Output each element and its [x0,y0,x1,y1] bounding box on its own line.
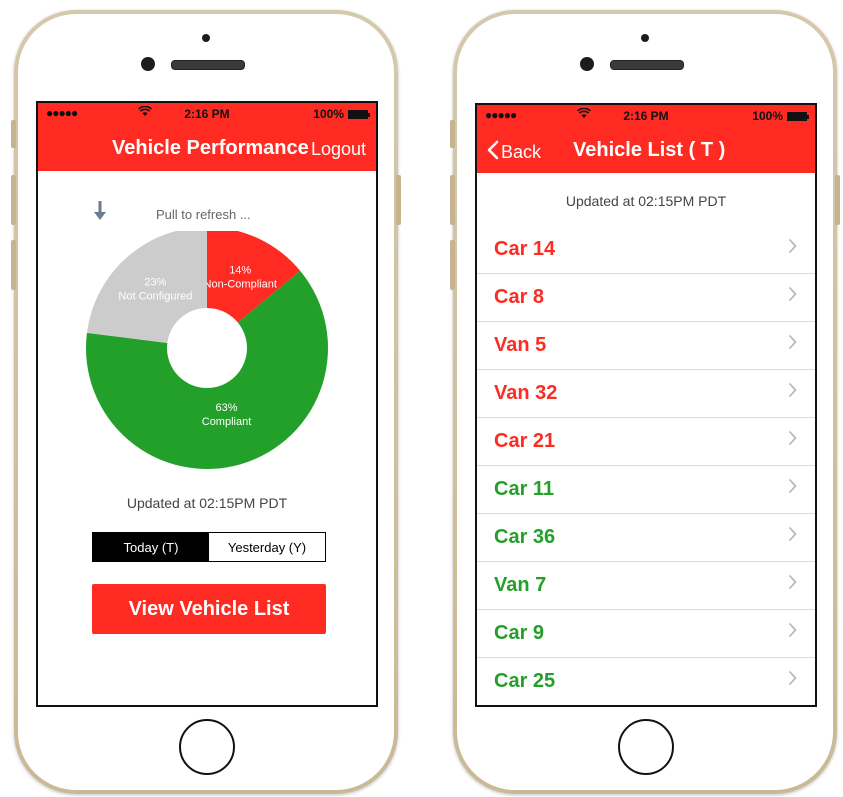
view-vehicle-list-button[interactable]: View Vehicle List [92,584,326,634]
volume-down-button [450,240,455,290]
battery-percent: 100% [313,107,344,121]
day-segmented-control[interactable]: Today (T) Yesterday (Y) [92,532,326,562]
vehicle-name: Car 8 [494,286,545,308]
vehicle-row[interactable]: Car 36 [477,514,815,562]
volume-up-button [450,175,455,225]
front-camera [141,57,155,71]
vehicle-row[interactable]: Van 32 [477,370,815,418]
chevron-right-icon [788,334,797,355]
vehicle-row[interactable]: Car 9 [477,610,815,658]
chevron-right-icon [788,574,797,595]
home-button[interactable] [618,719,674,775]
vehicle-row[interactable]: Car 14 [477,226,815,274]
slice-percent-label: 63% [216,402,238,414]
status-bar: ●●●●● 2:16 PM 100% [38,103,376,125]
vehicle-row[interactable]: Car 21 [477,418,815,466]
vehicle-name: Car 14 [494,238,556,260]
arrow-down-icon [94,201,106,227]
updated-timestamp: Updated at 02:15PM PDT [565,193,727,209]
proximity-sensor [202,34,210,42]
status-bar: ●●●●● 2:16 PM 100% [477,105,815,127]
vehicle-name: Van 5 [494,334,547,356]
chevron-right-icon [788,670,797,691]
slice-category-label: Not Configured [118,290,192,302]
chevron-left-icon [487,140,499,165]
back-label: Back [501,142,542,162]
logout-button[interactable]: Logout [311,139,366,160]
vehicle-row[interactable]: Car 11 [477,466,815,514]
battery-percent: 100% [752,109,783,123]
pull-to-refresh-label: Pull to refresh ... [156,207,251,222]
vehicle-name: Car 36 [494,526,556,548]
slice-category-label: Compliant [202,416,252,428]
chevron-right-icon [788,430,797,451]
front-camera [580,57,594,71]
mute-switch [11,120,16,148]
chevron-right-icon [788,526,797,547]
back-button[interactable]: Back [487,140,541,165]
right-phone: ●●●●● 2:16 PM 100% Back Vehicle List (T… [450,10,840,794]
chevron-right-icon [788,382,797,403]
slice-category-label: Non-Compliant [204,278,277,290]
segment-today[interactable]: Today (T) [93,533,209,561]
volume-up-button [11,175,16,225]
phone-face: ●●●●● 2:16 PM 100% Back Vehicle List (T… [457,14,833,790]
battery-icon [787,111,809,121]
chevron-right-icon [788,238,797,259]
nav-bar: Vehicle Performance Logout [38,125,376,171]
vehicle-name: Car 25 [494,670,556,692]
mute-switch [450,120,455,148]
nav-bar: Back Vehicle List ( T ) [477,127,815,173]
vehicle-name: Van 7 [494,574,547,596]
earpiece-speaker [610,60,684,70]
segment-yesterday[interactable]: Yesterday (Y) [209,533,325,561]
slice-percent-label: 23% [144,276,166,288]
vehicle-list: Car 14 Car 8 Van 5 Van 32 Car 21 Car 11 Car 36… [477,226,815,705]
page-title: Vehicle Performance [112,137,309,159]
vehicle-name: Car 11 [494,478,555,500]
home-button[interactable] [179,719,235,775]
page-title: Vehicle List ( T ) [573,139,726,161]
left-screen: ●●●●● 2:16 PM 100% Vehicle Performance L… [36,101,378,707]
volume-down-button [11,240,16,290]
left-phone: ●●●●● 2:16 PM 100% Vehicle Performance L… [11,10,401,794]
power-button [396,175,401,225]
phone-face: ●●●●● 2:16 PM 100% Vehicle Performance L… [18,14,394,790]
vehicle-name: Car 21 [494,430,556,452]
battery-status: 100% [313,107,370,121]
battery-status: 100% [752,109,809,123]
donut-hole [167,308,247,388]
vehicle-row[interactable]: Van 5 [477,322,815,370]
vehicle-row[interactable]: Van 7 [477,562,815,610]
slice-percent-label: 14% [229,264,251,276]
chevron-right-icon [788,622,797,643]
compliance-donut-chart: 14% Non-Compliant 63% Compliant 23% Not Confi… [85,231,328,469]
right-screen: ●●●●● 2:16 PM 100% Back Vehicle List (T… [475,103,817,707]
power-button [835,175,840,225]
chevron-right-icon [788,286,797,307]
chevron-right-icon [788,478,797,499]
updated-timestamp: Updated at 02:15PM PDT [126,495,288,511]
proximity-sensor [641,34,649,42]
vehicle-row[interactable]: Car 8 [477,274,815,322]
vehicle-name: Car 9 [494,622,545,644]
earpiece-speaker [171,60,245,70]
battery-icon [348,109,370,119]
vehicle-name: Van 32 [494,382,558,404]
vehicle-row[interactable]: Car 25 [477,658,815,705]
